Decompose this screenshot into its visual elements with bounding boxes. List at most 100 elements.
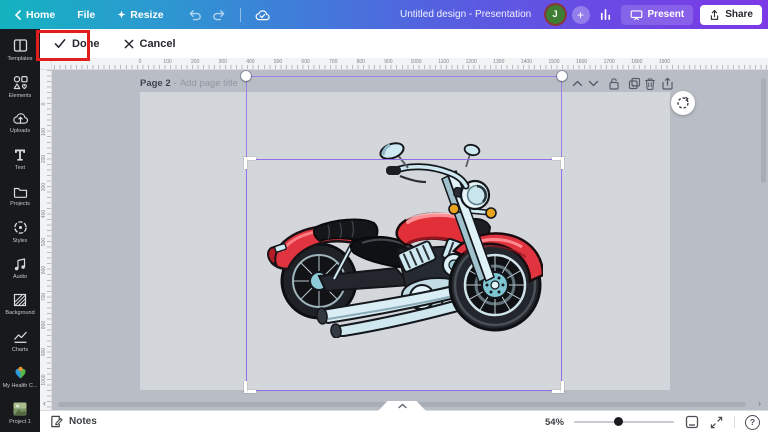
save-status-button[interactable] (255, 9, 270, 21)
resize-button[interactable]: Resize (117, 9, 164, 21)
refresh-floating-button[interactable] (671, 91, 695, 115)
scroll-right-arrow[interactable]: › (758, 398, 761, 408)
h-ruler-label: 800 (356, 59, 365, 65)
text-icon (15, 149, 25, 161)
share-button[interactable]: Share (700, 4, 762, 25)
home-label: Home (26, 8, 56, 21)
help-button[interactable]: ? (745, 414, 760, 430)
crop-handle-bottom-right[interactable] (552, 381, 564, 393)
scroll-left-arrow[interactable]: ‹ (43, 398, 46, 408)
v-ruler-label: 500 (41, 237, 47, 247)
home-button[interactable]: Home (14, 9, 55, 21)
v-ruler-label: 100 (41, 127, 47, 136)
zoom-level[interactable]: 54% (545, 417, 564, 428)
file-button[interactable]: File (77, 9, 95, 21)
sidebar-item-templates[interactable]: Templates (0, 32, 40, 68)
sidebar-item-elements[interactable]: Elements (0, 68, 40, 104)
v-ruler-label: 700 (41, 293, 47, 302)
sidebar-label: Projects (10, 200, 30, 207)
h-ruler-label: 100 (163, 59, 172, 65)
sidebar-label: Background (5, 310, 35, 317)
dashed-refresh-icon (677, 96, 689, 109)
cancel-button[interactable]: Cancel (116, 38, 184, 50)
bar-chart-icon (600, 9, 610, 20)
duplicate-page-button[interactable] (627, 76, 641, 90)
templates-icon (13, 39, 27, 52)
page-header: Page 2 - Add page title (140, 76, 238, 90)
sidebar-label: Charts (11, 346, 29, 353)
notes-icon (51, 415, 63, 428)
lock-icon (609, 77, 619, 90)
page-title-input[interactable]: Add page title (180, 78, 238, 89)
present-label: Present (647, 9, 685, 20)
v-ruler-label: 200 (41, 155, 47, 164)
page-label: Page 2 (140, 77, 171, 89)
sidebar-item-styles[interactable]: Styles (0, 214, 40, 250)
resize-handle-top-left[interactable] (241, 71, 251, 81)
sidebar-item-projects[interactable]: Projects (0, 177, 40, 213)
done-label: Done (72, 37, 100, 50)
canvas-area: Page 2 - Add page title (52, 70, 768, 410)
move-page-down-button[interactable] (586, 76, 600, 90)
add-page-icon (661, 77, 673, 90)
zoom-slider[interactable] (574, 416, 674, 428)
sidebar-item-uploads[interactable]: Uploads (0, 105, 40, 141)
sidebar-label: Project 1 (9, 419, 31, 426)
my-health-app-icon (15, 367, 25, 379)
v-ruler: 0 100 200 300 400 500 600 700 800 900 1000 (40, 70, 52, 410)
h-ruler-label: 1100 (438, 59, 449, 65)
zoom-slider-track[interactable] (574, 421, 674, 423)
crop-handle-bottom-left[interactable] (244, 381, 256, 393)
chevron-up-icon (572, 80, 582, 86)
motorcycle-svg (267, 142, 545, 339)
sidebar-item-audio[interactable]: Audio (0, 250, 40, 286)
sidebar-item-background[interactable]: Background (0, 287, 40, 323)
h-ruler-label: 1300 (493, 59, 505, 65)
zoom-slider-knob[interactable] (614, 417, 623, 426)
cancel-label: Cancel (139, 37, 176, 50)
topbar-right-group: J + Present Share (545, 0, 762, 29)
sidebar-item-my-health-app[interactable]: My Health C... (0, 359, 40, 395)
avatar[interactable]: J (545, 5, 565, 24)
v-ruler-label: 300 (41, 182, 47, 191)
motorcycle-illustration[interactable] (258, 133, 545, 339)
canva-editor-window: Home File Resize Untitled design - Prese… (0, 0, 768, 432)
crop-handle-top-right[interactable] (552, 157, 564, 169)
sidebar-item-project-1[interactable]: Project 1 (0, 396, 40, 432)
insights-button[interactable] (599, 8, 612, 21)
add-member-button[interactable]: + (571, 5, 590, 24)
page-manager-button[interactable] (684, 415, 699, 430)
close-icon (124, 39, 133, 48)
lock-page-button[interactable] (607, 76, 621, 90)
present-button[interactable]: Present (620, 4, 694, 25)
h-ruler-label: 1400 (520, 59, 532, 65)
h-ruler-label: 600 (301, 59, 310, 65)
delete-page-button[interactable] (643, 76, 657, 90)
sidebar-item-charts[interactable]: Charts (0, 323, 40, 359)
resize-handle-top-right[interactable] (557, 71, 567, 81)
notes-button[interactable]: Notes (50, 415, 97, 428)
sidebar-item-text[interactable]: Text (0, 141, 40, 177)
sidebar-label: Elements (8, 92, 32, 99)
share-label: Share (725, 9, 753, 20)
done-button[interactable]: Done (46, 38, 108, 50)
file-label: File (77, 8, 96, 21)
sparkle-icon (117, 10, 126, 19)
vertical-scrollbar[interactable] (761, 78, 766, 183)
chevron-up-icon (397, 403, 407, 409)
undo-button[interactable] (188, 9, 201, 21)
pages-icon (685, 415, 698, 429)
add-page-button[interactable] (660, 76, 674, 90)
h-ruler: 0 100 200 300 400 500 600 700 800 900 1000 1100 1200… (52, 58, 768, 70)
check-icon (54, 39, 66, 48)
redo-button[interactable] (212, 9, 226, 21)
crop-handle-top-left[interactable] (244, 157, 256, 169)
background-icon (13, 294, 27, 307)
fullscreen-button[interactable] (709, 415, 724, 430)
h-ruler-label: 1700 (603, 59, 615, 65)
bottom-right-group: 54% ? (545, 411, 760, 432)
h-ruler-label: 0 (138, 59, 142, 65)
h-ruler-label: 1800 (631, 59, 643, 65)
cloud-check-icon (255, 9, 270, 20)
move-page-up-button[interactable] (570, 76, 584, 90)
